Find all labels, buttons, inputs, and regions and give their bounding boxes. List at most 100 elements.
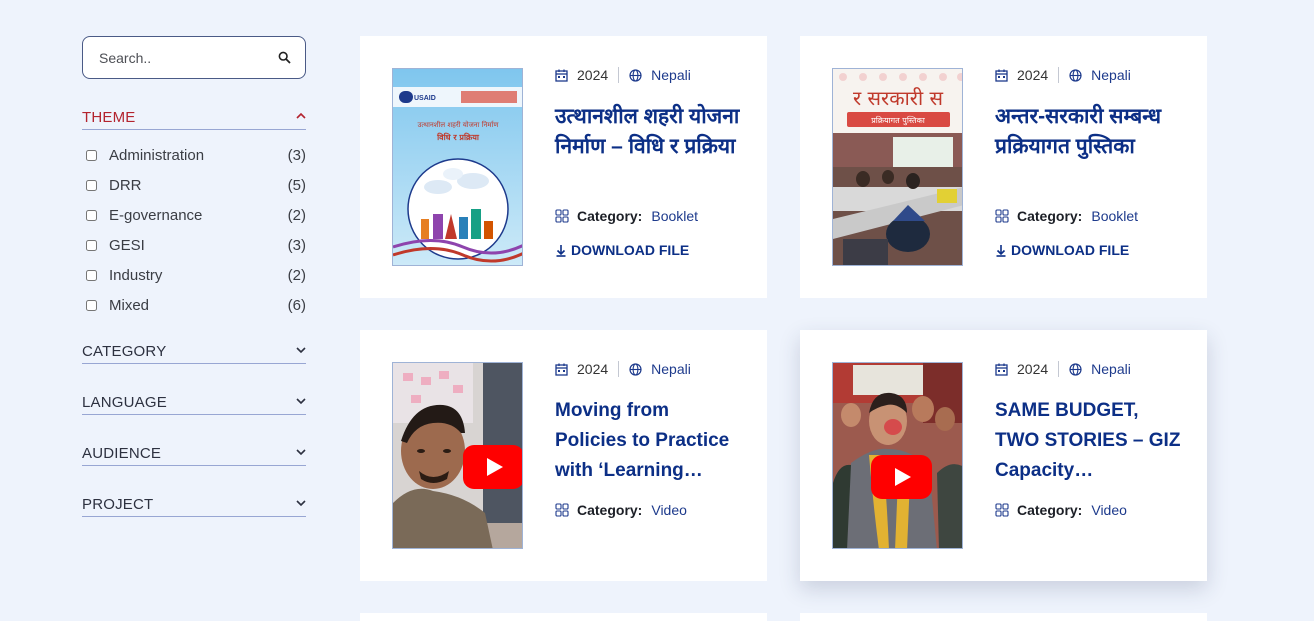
theme-option[interactable]: GESI (3)	[82, 230, 306, 260]
category-grid-icon	[555, 209, 569, 223]
play-button-icon[interactable]	[463, 445, 523, 489]
card-title-link[interactable]: उत्थानशील शहरी योजना निर्माण – विधि र प्…	[555, 102, 745, 162]
theme-option-count: (2)	[287, 206, 306, 224]
category-link[interactable]: Video	[651, 502, 687, 518]
category-grid-icon	[555, 503, 569, 517]
download-label: DOWNLOAD FILE	[1011, 242, 1130, 258]
filter-project-title: PROJECT	[82, 496, 154, 513]
booklet-thumbnail[interactable]: USAID उत्थानशील शहरी योजना निर्माण विधि …	[392, 68, 523, 266]
video-thumbnail[interactable]	[392, 362, 523, 549]
cover-subtitle-text: प्रक्रियागत पुस्तिका	[871, 115, 926, 126]
theme-option[interactable]: Administration (3)	[82, 140, 306, 170]
cover-title-text: र सरकारी स	[853, 86, 943, 110]
card-category: Category: Booklet	[995, 208, 1138, 224]
globe-icon	[1069, 362, 1082, 376]
meta-divider	[618, 67, 620, 83]
card-category: Category: Booklet	[555, 208, 698, 224]
theme-option[interactable]: Mixed (6)	[82, 290, 306, 320]
category-link[interactable]: Video	[1091, 502, 1127, 518]
chevron-up-icon	[296, 112, 306, 119]
theme-checkbox[interactable]	[86, 239, 97, 251]
theme-checkbox[interactable]	[86, 209, 97, 221]
play-button-icon[interactable]	[871, 455, 932, 499]
filter-audience-header[interactable]: AUDIENCE	[82, 445, 306, 466]
cover-title-text: उत्थानशील शहरी योजना निर्माण	[418, 120, 500, 129]
calendar-icon	[555, 69, 568, 82]
category-grid-icon	[995, 503, 1009, 517]
filter-language: LANGUAGE	[82, 394, 306, 415]
category-link[interactable]: Booklet	[1091, 208, 1138, 224]
theme-checkbox[interactable]	[86, 179, 97, 191]
card-title-link[interactable]: Moving from Policies to Practice with ‘L…	[555, 396, 745, 486]
filter-audience-title: AUDIENCE	[82, 445, 162, 462]
filter-theme-title: THEME	[82, 109, 136, 126]
chevron-down-icon	[296, 398, 306, 405]
theme-option-label: GESI	[109, 236, 145, 254]
usaid-logo-text: USAID	[414, 95, 436, 102]
card-meta: 2024 Nepali	[995, 67, 1131, 83]
download-label: DOWNLOAD FILE	[571, 242, 690, 258]
card-category: Category: Video	[555, 502, 687, 518]
resource-card	[360, 613, 767, 621]
filter-project-header[interactable]: PROJECT	[82, 496, 306, 517]
booklet-thumbnail[interactable]: र सरकारी स प्रक्रियागत पुस्तिका	[832, 68, 963, 266]
download-icon	[556, 244, 566, 257]
theme-option[interactable]: E-governance (2)	[82, 200, 306, 230]
theme-checkbox[interactable]	[86, 269, 97, 281]
chevron-down-icon	[296, 500, 306, 507]
resource-card: 2024 Nepali SAME BUDGET, TWO STORIES – G…	[800, 330, 1207, 581]
card-year: 2024	[577, 361, 609, 377]
cover-subtitle-text: विधि र प्रक्रिया	[436, 132, 480, 142]
theme-option[interactable]: Industry (2)	[82, 260, 306, 290]
card-meta: 2024 Nepali	[555, 67, 691, 83]
theme-option-count: (3)	[287, 236, 306, 254]
card-title-link[interactable]: SAME BUDGET, TWO STORIES – GIZ Capacity…	[995, 396, 1185, 486]
calendar-icon	[555, 363, 568, 376]
theme-option-count: (2)	[287, 266, 306, 284]
resource-card: र सरकारी स प्रक्रियागत पुस्तिका 2024 Nep…	[800, 36, 1207, 298]
card-language[interactable]: Nepali	[651, 361, 691, 377]
calendar-icon	[995, 69, 1008, 82]
filter-theme-header[interactable]: THEME	[82, 109, 306, 130]
category-link[interactable]: Booklet	[651, 208, 698, 224]
booklet-cover-image: USAID उत्थानशील शहरी योजना निर्माण विधि …	[393, 69, 522, 265]
theme-option-label: E-governance	[109, 206, 203, 224]
theme-checkbox[interactable]	[86, 149, 97, 161]
card-language[interactable]: Nepali	[651, 67, 691, 83]
theme-option-count: (5)	[287, 176, 306, 194]
download-file-button[interactable]: DOWNLOAD FILE	[555, 242, 689, 258]
category-grid-icon	[995, 209, 1009, 223]
card-year: 2024	[1017, 361, 1049, 377]
video-thumbnail[interactable]	[832, 362, 963, 549]
theme-option-label: Administration	[109, 146, 205, 164]
filter-category-title: CATEGORY	[82, 343, 167, 360]
search-input[interactable]	[83, 37, 263, 78]
card-meta: 2024 Nepali	[995, 361, 1131, 377]
card-meta: 2024 Nepali	[555, 361, 691, 377]
card-title-link[interactable]: अन्तर-सरकारी सम्बन्ध प्रक्रियागत पुस्तिक…	[995, 102, 1185, 162]
filter-language-header[interactable]: LANGUAGE	[82, 394, 306, 415]
filter-audience: AUDIENCE	[82, 445, 306, 466]
search-icon[interactable]	[278, 51, 291, 64]
download-file-button[interactable]: DOWNLOAD FILE	[995, 242, 1129, 258]
meta-divider	[1058, 67, 1060, 83]
filter-category-header[interactable]: CATEGORY	[82, 343, 306, 364]
theme-checkbox[interactable]	[86, 299, 97, 311]
filter-sidebar: THEME Administration (3) DRR (5) E-governa…	[82, 36, 306, 517]
globe-icon	[629, 68, 642, 82]
theme-option[interactable]: DRR (5)	[82, 170, 306, 200]
theme-option-label: Mixed	[109, 296, 150, 314]
filter-language-title: LANGUAGE	[82, 394, 167, 411]
category-label: Category:	[1017, 208, 1083, 224]
card-language[interactable]: Nepali	[1091, 361, 1131, 377]
category-label: Category:	[577, 502, 643, 518]
theme-option-count: (6)	[287, 296, 306, 314]
globe-icon	[629, 362, 642, 376]
card-language[interactable]: Nepali	[1091, 67, 1131, 83]
category-label: Category:	[577, 208, 643, 224]
filter-project: PROJECT	[82, 496, 306, 517]
resource-card	[800, 613, 1207, 621]
filter-category: CATEGORY	[82, 343, 306, 364]
card-category: Category: Video	[995, 502, 1127, 518]
theme-option-count: (3)	[287, 146, 306, 164]
